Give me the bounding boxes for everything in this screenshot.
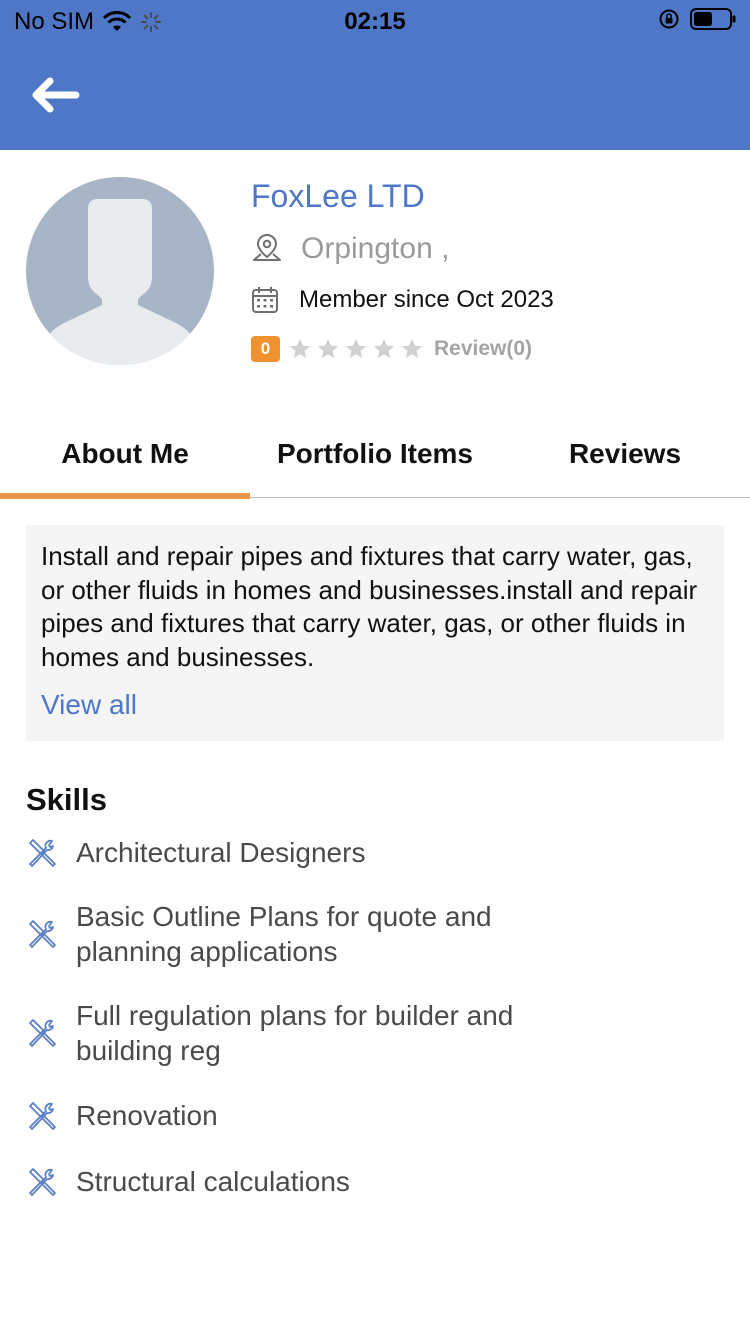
tools-icon	[29, 920, 56, 948]
tab-about-me[interactable]: About Me	[0, 410, 250, 499]
star-icon	[402, 339, 422, 358]
tools-icon	[29, 838, 56, 867]
skill-item: Basic Outline Plans for quote and planni…	[26, 899, 556, 969]
about-text: Install and repair pipes and fixtures th…	[41, 541, 698, 672]
skill-label: Basic Outline Plans for quote and planni…	[76, 901, 492, 967]
skill-label: Architectural Designers	[76, 837, 366, 868]
member-since-text: Member since Oct 2023	[299, 286, 554, 313]
star-icon	[374, 339, 394, 358]
review-count[interactable]: Review(0)	[434, 337, 532, 361]
skill-item: Architectural Designers	[26, 835, 556, 870]
active-tab-indicator	[0, 493, 250, 499]
skill-item: Renovation	[26, 1098, 556, 1133]
location-row: Orpington ,	[251, 232, 449, 266]
tab-label: About Me	[61, 438, 189, 469]
skill-item: Full regulation plans for builder and bu…	[26, 998, 556, 1068]
star-icon	[290, 339, 310, 358]
skill-item: Structural calculations	[26, 1164, 556, 1199]
skill-label: Structural calculations	[76, 1166, 350, 1197]
battery-icon	[690, 8, 736, 30]
star-icon	[346, 339, 366, 358]
avatar	[26, 177, 214, 365]
rating-badge: 0	[251, 336, 280, 362]
back-button[interactable]	[24, 70, 84, 120]
rating-row: 0 Review(0)	[251, 336, 532, 362]
tab-label: Reviews	[568, 438, 682, 469]
app-header: No SIM 02:15	[0, 0, 750, 150]
tab-label: Portfolio Items	[276, 438, 473, 469]
tools-icon	[29, 1019, 56, 1047]
orientation-lock-icon	[659, 9, 679, 29]
tab-reviews[interactable]: Reviews	[500, 410, 750, 498]
star-icon	[318, 339, 338, 358]
status-bar: No SIM 02:15	[0, 0, 750, 44]
skill-label: Full regulation plans for builder and bu…	[76, 1000, 514, 1066]
member-since-row: Member since Oct 2023	[251, 286, 554, 314]
view-all-link[interactable]: View all	[41, 689, 137, 721]
arrow-left-icon	[32, 77, 80, 113]
about-card: Install and repair pipes and fixtures th…	[26, 525, 724, 741]
tools-icon	[29, 1167, 56, 1196]
tab-portfolio-items[interactable]: Portfolio Items	[250, 410, 500, 498]
company-name: FoxLee LTD	[251, 178, 425, 214]
status-time: 02:15	[344, 8, 406, 35]
star-rating	[288, 337, 424, 361]
skill-label: Renovation	[76, 1100, 218, 1131]
location-text: Orpington ,	[301, 232, 450, 265]
default-user-avatar-icon	[42, 199, 198, 365]
calendar-icon	[252, 287, 278, 313]
location-pin-icon	[253, 233, 281, 261]
tools-icon	[29, 1101, 56, 1130]
profile-tabs: About Me Portfolio Items Reviews	[0, 410, 750, 499]
status-right-icons	[658, 8, 736, 30]
skills-title: Skills	[26, 782, 107, 817]
